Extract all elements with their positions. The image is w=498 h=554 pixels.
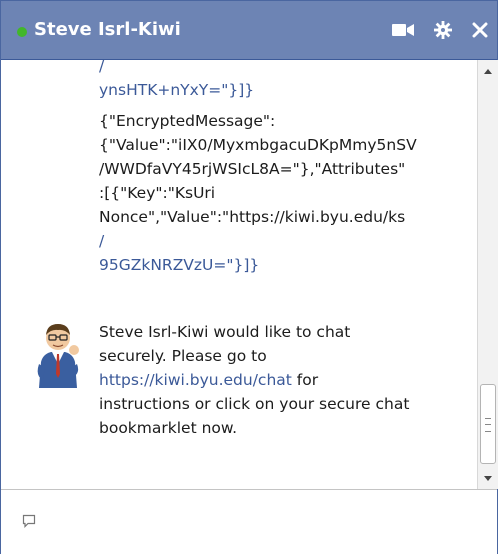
message-line: https://kiwi.byu.edu/chat for [99,368,475,392]
scroll-down-arrow-icon[interactable] [478,467,498,489]
video-camera-icon[interactable] [389,17,417,43]
online-status-icon [17,27,27,37]
message-input[interactable] [21,500,481,542]
message-line: 95GZkNRZVzU="}]} [99,256,260,274]
message-line: {"EncryptedMessage": [99,112,276,130]
message-line: bookmarklet now. [99,419,238,437]
message-line: ynsHTK+nYxY="}]} [99,81,255,99]
scrollbar-thumb[interactable] [480,384,496,464]
avatar[interactable] [37,318,79,388]
grip-icon [485,418,491,432]
message-bubble: / ynsHTK+nYxY="}]} [99,60,475,102]
message-line: Steve Isrl-Kiwi would like to chat [99,323,351,341]
secure-chat-link[interactable]: https://kiwi.byu.edu/chat [99,371,292,389]
message-line: Nonce","Value":"https://kiwi.byu.edu/ks [99,208,406,226]
chat-title[interactable]: Steve Isrl-Kiwi [34,17,181,43]
message-line: securely. Please go to [99,347,267,365]
message-line: / [99,60,105,75]
message-bubble: {"EncryptedMessage": {"Value":"iIX0/Myxm… [99,109,475,277]
message-line: / [99,232,105,250]
scrollbar[interactable] [477,60,498,489]
message-history: / ynsHTK+nYxY="}]} {"EncryptedMessage": … [1,60,477,489]
chat-titlebar[interactable]: Steve Isrl-Kiwi [1,1,497,60]
message-line: {"Value":"iIX0/MyxmbgacuDKpMmy5nSV [99,136,417,154]
chat-window: Steve Isrl-Kiwi / ynsHTK+nYxY="}]} {"Enc… [0,0,498,554]
gear-icon[interactable] [430,17,456,43]
message-text: for [291,371,319,389]
close-icon[interactable] [467,17,493,43]
message-line: instructions or click on your secure cha… [99,395,410,413]
message-line: /WWDfaVY45rjWSIcL8A="},"Attributes" [99,160,406,178]
message-line: :[{"Key":"KsUri [99,184,216,202]
message-bubble: Steve Isrl-Kiwi would like to chat secur… [99,320,475,440]
scroll-up-arrow-icon[interactable] [478,60,498,82]
compose-area [1,489,497,554]
